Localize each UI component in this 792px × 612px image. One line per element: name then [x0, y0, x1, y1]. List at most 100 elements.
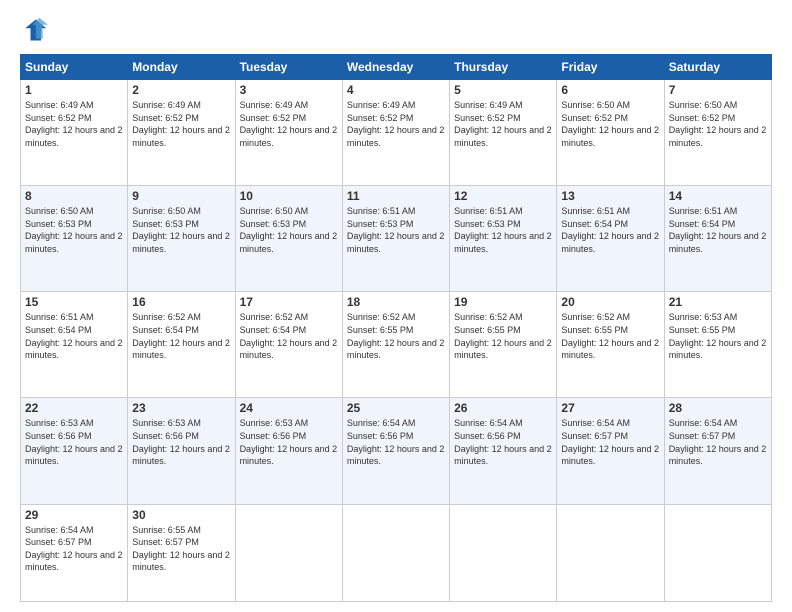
calendar-cell	[450, 504, 557, 601]
day-info: Sunrise: 6:51 AM Sunset: 6:54 PM Dayligh…	[669, 205, 767, 255]
calendar-header-saturday: Saturday	[664, 55, 771, 80]
day-info: Sunrise: 6:53 AM Sunset: 6:56 PM Dayligh…	[132, 417, 230, 467]
day-info: Sunrise: 6:52 AM Sunset: 6:55 PM Dayligh…	[454, 311, 552, 361]
day-info: Sunrise: 6:52 AM Sunset: 6:54 PM Dayligh…	[132, 311, 230, 361]
calendar-cell: 15 Sunrise: 6:51 AM Sunset: 6:54 PM Dayl…	[21, 292, 128, 398]
calendar-cell: 23 Sunrise: 6:53 AM Sunset: 6:56 PM Dayl…	[128, 398, 235, 504]
calendar-cell: 20 Sunrise: 6:52 AM Sunset: 6:55 PM Dayl…	[557, 292, 664, 398]
day-info: Sunrise: 6:51 AM Sunset: 6:54 PM Dayligh…	[561, 205, 659, 255]
calendar: SundayMondayTuesdayWednesdayThursdayFrid…	[20, 54, 772, 602]
day-info: Sunrise: 6:55 AM Sunset: 6:57 PM Dayligh…	[132, 524, 230, 574]
calendar-cell	[235, 504, 342, 601]
day-info: Sunrise: 6:53 AM Sunset: 6:55 PM Dayligh…	[669, 311, 767, 361]
calendar-cell: 28 Sunrise: 6:54 AM Sunset: 6:57 PM Dayl…	[664, 398, 771, 504]
day-number: 26	[454, 401, 552, 415]
day-number: 28	[669, 401, 767, 415]
day-info: Sunrise: 6:52 AM Sunset: 6:55 PM Dayligh…	[347, 311, 445, 361]
day-number: 23	[132, 401, 230, 415]
day-info: Sunrise: 6:50 AM Sunset: 6:53 PM Dayligh…	[25, 205, 123, 255]
day-info: Sunrise: 6:50 AM Sunset: 6:52 PM Dayligh…	[669, 99, 767, 149]
calendar-cell: 4 Sunrise: 6:49 AM Sunset: 6:52 PM Dayli…	[342, 80, 449, 186]
day-number: 9	[132, 189, 230, 203]
calendar-cell: 17 Sunrise: 6:52 AM Sunset: 6:54 PM Dayl…	[235, 292, 342, 398]
day-info: Sunrise: 6:54 AM Sunset: 6:57 PM Dayligh…	[561, 417, 659, 467]
calendar-cell: 9 Sunrise: 6:50 AM Sunset: 6:53 PM Dayli…	[128, 186, 235, 292]
day-number: 30	[132, 508, 230, 522]
calendar-cell: 5 Sunrise: 6:49 AM Sunset: 6:52 PM Dayli…	[450, 80, 557, 186]
calendar-cell: 11 Sunrise: 6:51 AM Sunset: 6:53 PM Dayl…	[342, 186, 449, 292]
day-number: 11	[347, 189, 445, 203]
calendar-cell: 7 Sunrise: 6:50 AM Sunset: 6:52 PM Dayli…	[664, 80, 771, 186]
day-number: 12	[454, 189, 552, 203]
calendar-cell: 16 Sunrise: 6:52 AM Sunset: 6:54 PM Dayl…	[128, 292, 235, 398]
calendar-cell: 25 Sunrise: 6:54 AM Sunset: 6:56 PM Dayl…	[342, 398, 449, 504]
day-number: 4	[347, 83, 445, 97]
day-info: Sunrise: 6:52 AM Sunset: 6:55 PM Dayligh…	[561, 311, 659, 361]
day-number: 13	[561, 189, 659, 203]
day-number: 14	[669, 189, 767, 203]
calendar-header-wednesday: Wednesday	[342, 55, 449, 80]
day-info: Sunrise: 6:52 AM Sunset: 6:54 PM Dayligh…	[240, 311, 338, 361]
day-number: 25	[347, 401, 445, 415]
calendar-cell	[342, 504, 449, 601]
calendar-cell	[557, 504, 664, 601]
day-number: 5	[454, 83, 552, 97]
calendar-cell: 6 Sunrise: 6:50 AM Sunset: 6:52 PM Dayli…	[557, 80, 664, 186]
day-number: 20	[561, 295, 659, 309]
calendar-cell: 3 Sunrise: 6:49 AM Sunset: 6:52 PM Dayli…	[235, 80, 342, 186]
day-info: Sunrise: 6:49 AM Sunset: 6:52 PM Dayligh…	[132, 99, 230, 149]
day-number: 17	[240, 295, 338, 309]
calendar-cell: 30 Sunrise: 6:55 AM Sunset: 6:57 PM Dayl…	[128, 504, 235, 601]
day-number: 29	[25, 508, 123, 522]
day-info: Sunrise: 6:54 AM Sunset: 6:56 PM Dayligh…	[347, 417, 445, 467]
day-info: Sunrise: 6:54 AM Sunset: 6:56 PM Dayligh…	[454, 417, 552, 467]
day-number: 22	[25, 401, 123, 415]
logo-icon	[20, 16, 48, 44]
calendar-cell: 22 Sunrise: 6:53 AM Sunset: 6:56 PM Dayl…	[21, 398, 128, 504]
day-info: Sunrise: 6:53 AM Sunset: 6:56 PM Dayligh…	[25, 417, 123, 467]
calendar-cell: 27 Sunrise: 6:54 AM Sunset: 6:57 PM Dayl…	[557, 398, 664, 504]
calendar-cell: 14 Sunrise: 6:51 AM Sunset: 6:54 PM Dayl…	[664, 186, 771, 292]
calendar-cell: 19 Sunrise: 6:52 AM Sunset: 6:55 PM Dayl…	[450, 292, 557, 398]
day-info: Sunrise: 6:51 AM Sunset: 6:53 PM Dayligh…	[454, 205, 552, 255]
day-info: Sunrise: 6:51 AM Sunset: 6:53 PM Dayligh…	[347, 205, 445, 255]
logo	[20, 16, 52, 44]
calendar-cell: 8 Sunrise: 6:50 AM Sunset: 6:53 PM Dayli…	[21, 186, 128, 292]
day-number: 1	[25, 83, 123, 97]
calendar-cell: 1 Sunrise: 6:49 AM Sunset: 6:52 PM Dayli…	[21, 80, 128, 186]
day-info: Sunrise: 6:49 AM Sunset: 6:52 PM Dayligh…	[25, 99, 123, 149]
day-number: 2	[132, 83, 230, 97]
calendar-cell: 2 Sunrise: 6:49 AM Sunset: 6:52 PM Dayli…	[128, 80, 235, 186]
calendar-header-friday: Friday	[557, 55, 664, 80]
day-number: 15	[25, 295, 123, 309]
day-number: 21	[669, 295, 767, 309]
page: SundayMondayTuesdayWednesdayThursdayFrid…	[0, 0, 792, 612]
day-number: 18	[347, 295, 445, 309]
day-info: Sunrise: 6:50 AM Sunset: 6:53 PM Dayligh…	[132, 205, 230, 255]
calendar-cell: 26 Sunrise: 6:54 AM Sunset: 6:56 PM Dayl…	[450, 398, 557, 504]
calendar-cell	[664, 504, 771, 601]
calendar-cell: 21 Sunrise: 6:53 AM Sunset: 6:55 PM Dayl…	[664, 292, 771, 398]
day-number: 8	[25, 189, 123, 203]
day-number: 6	[561, 83, 659, 97]
calendar-header-sunday: Sunday	[21, 55, 128, 80]
calendar-cell: 10 Sunrise: 6:50 AM Sunset: 6:53 PM Dayl…	[235, 186, 342, 292]
header	[20, 16, 772, 44]
calendar-cell: 12 Sunrise: 6:51 AM Sunset: 6:53 PM Dayl…	[450, 186, 557, 292]
calendar-header-thursday: Thursday	[450, 55, 557, 80]
day-info: Sunrise: 6:50 AM Sunset: 6:53 PM Dayligh…	[240, 205, 338, 255]
day-number: 10	[240, 189, 338, 203]
day-info: Sunrise: 6:49 AM Sunset: 6:52 PM Dayligh…	[240, 99, 338, 149]
day-number: 24	[240, 401, 338, 415]
calendar-header-monday: Monday	[128, 55, 235, 80]
day-info: Sunrise: 6:50 AM Sunset: 6:52 PM Dayligh…	[561, 99, 659, 149]
day-number: 7	[669, 83, 767, 97]
calendar-cell: 13 Sunrise: 6:51 AM Sunset: 6:54 PM Dayl…	[557, 186, 664, 292]
day-info: Sunrise: 6:51 AM Sunset: 6:54 PM Dayligh…	[25, 311, 123, 361]
day-number: 3	[240, 83, 338, 97]
day-info: Sunrise: 6:53 AM Sunset: 6:56 PM Dayligh…	[240, 417, 338, 467]
day-number: 19	[454, 295, 552, 309]
calendar-cell: 29 Sunrise: 6:54 AM Sunset: 6:57 PM Dayl…	[21, 504, 128, 601]
day-number: 16	[132, 295, 230, 309]
day-info: Sunrise: 6:54 AM Sunset: 6:57 PM Dayligh…	[25, 524, 123, 574]
